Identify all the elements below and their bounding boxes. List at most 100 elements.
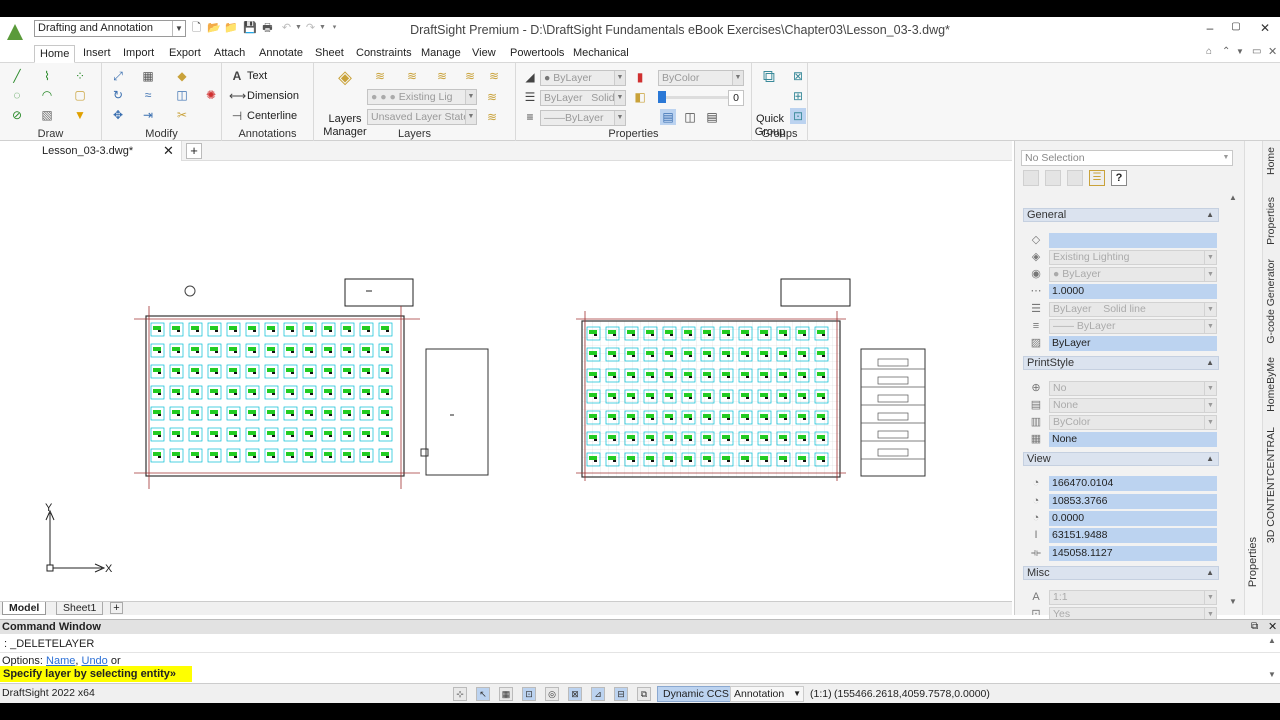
tab-insert[interactable]: Insert [78,45,116,63]
quick-group-icon[interactable]: ⧉ [758,68,780,91]
transparency-slider[interactable] [658,96,732,99]
section-misc[interactable]: Misc ▲ [1023,566,1219,580]
snap-icon[interactable]: ⊹ [453,687,467,701]
transparency-value[interactable]: 0 [728,90,744,106]
rectangle-icon[interactable]: ▢ [72,87,88,103]
help-icon[interactable]: ? [1111,170,1127,186]
arc-icon[interactable]: ◠ [39,87,55,103]
rtab-homebyme[interactable]: HomeByMe [1265,357,1277,412]
match-properties-icon[interactable]: ◢ [522,69,538,85]
scroll-down-icon[interactable]: ▼ [1229,597,1237,606]
restore-icon[interactable]: ⧉ [1251,620,1258,634]
group-edit-icon[interactable]: ⊞ [790,88,806,104]
move-icon[interactable]: ⤢ [110,68,126,84]
bell-icon[interactable]: ⌃ [1222,46,1230,57]
tab-powertools[interactable]: Powertools [505,45,569,63]
prop-color[interactable] [1049,233,1217,248]
sheet-tab-model[interactable]: Model [2,602,47,615]
rtab-home[interactable]: Home [1265,147,1277,175]
tab-mechanical[interactable]: Mechanical [568,45,634,63]
polyline-icon[interactable]: ⌇ [39,68,55,84]
tab-manage[interactable]: Manage [416,45,466,63]
scroll-down-icon[interactable]: ▼ [1268,670,1276,679]
layer-lock-icon[interactable]: ≋ [486,68,502,84]
grid-display-icon[interactable]: ↖ [476,687,490,701]
scroll-up-icon[interactable]: ▲ [1268,636,1276,645]
layer-previous-icon[interactable]: ≋ [372,68,388,84]
scale-icon[interactable]: ✥ [110,107,126,123]
prop-linecolor[interactable]: ● ByLayer ▼ [1049,267,1217,282]
close-icon[interactable]: ✕ [1268,620,1277,634]
color-palette-icon[interactable]: ▮ [632,69,648,85]
sheet-tab-sheet1[interactable]: Sheet1 [56,602,104,615]
add-sheet-icon[interactable]: + [110,602,123,614]
tab-export[interactable]: Export [164,45,206,63]
layers-manager-icon[interactable]: ◈ [334,68,356,91]
list-icon[interactable]: ▤ [704,109,720,125]
polar-icon[interactable]: ◎ [545,687,559,701]
point-icon[interactable]: ⁘ [72,68,88,84]
document-tab[interactable]: Lesson_03-3.dwg* ✕ [0,141,182,161]
scroll-up-icon[interactable]: ▲ [1229,193,1237,202]
layer-isolate-icon[interactable]: ≋ [404,68,420,84]
minimize-icon[interactable]: – [1202,21,1218,35]
command-prompt[interactable]: Specify layer by selecting entity» [0,666,192,682]
close-tab-icon[interactable]: ✕ [163,143,174,159]
tab-view[interactable]: View [467,45,501,63]
lineweight-select[interactable]: ——ByLayer ▼ [540,110,626,126]
quick-select-icon[interactable] [1045,170,1061,186]
offset-icon[interactable]: ≈ [140,87,156,103]
new-tab-icon[interactable]: + [186,143,202,159]
minimize-ribbon-icon[interactable]: ▭ [1252,46,1261,57]
circle-icon[interactable]: ◌ [9,87,25,103]
prop-linestyle[interactable]: ByLayer Solid line ▼ [1049,302,1217,317]
layer-state-select[interactable]: Unsaved Layer State ▼ [367,109,477,125]
text-icon[interactable]: A [229,68,245,84]
current-layer-select[interactable]: ● ● ● Existing Lig ▼ [367,89,477,105]
etrack-icon[interactable]: ⊿ [591,687,605,701]
annotation-select[interactable]: Annotation ▼ [730,686,804,702]
ortho-icon[interactable]: ⊡ [522,687,536,701]
prop-width[interactable]: 145058.1127 [1049,546,1217,561]
text-button[interactable]: Text [247,70,267,82]
tab-home[interactable]: Home [34,45,76,63]
rtab-gcode[interactable]: G-code Generator [1265,259,1277,344]
tab-import[interactable]: Import [118,45,159,63]
toggle-pickadd-icon[interactable]: ☰ [1089,170,1105,186]
layer-freeze-icon[interactable]: ≋ [462,68,478,84]
rotate-icon[interactable]: ↻ [110,87,126,103]
tab-sheet[interactable]: Sheet [310,45,349,63]
close-doc-icon[interactable]: ✕ [1268,45,1277,58]
section-view[interactable]: View ▲ [1023,452,1219,466]
explode-icon[interactable]: ✺ [203,87,219,103]
layers-manager-label-1[interactable]: Layers [328,113,362,125]
color-select[interactable]: ● ByLayer ▼ [540,70,626,86]
prop-center-y[interactable]: 10853.3766 [1049,494,1217,509]
esnap-icon[interactable]: ⊠ [568,687,582,701]
lineweight-toggle-icon[interactable]: ⊟ [614,687,628,701]
prop-printstyle-b[interactable]: None ▼ [1049,398,1217,413]
hatch-icon[interactable]: ▧ [39,107,55,123]
tab-annotate[interactable]: Annotate [254,45,308,63]
tab-attach[interactable]: Attach [209,45,250,63]
stretch-icon[interactable]: ⇥ [140,107,156,123]
make-current-icon[interactable]: ≋ [484,89,500,105]
polygon-icon[interactable]: ▼ [72,107,88,123]
quick-group-label-1[interactable]: Quick [754,113,786,125]
selection-select[interactable]: No Selection ▼ [1021,150,1233,166]
prop-layer[interactable]: Existing Lighting ▼ [1049,250,1217,265]
prop-misc-scale[interactable]: 1:1 ▼ [1049,590,1217,605]
command-window[interactable]: : _DELETELAYER Options: Name, Undo or Sp… [0,634,1280,682]
drawing-canvas[interactable]: Y X [0,161,1012,601]
section-general[interactable]: General ▲ [1023,208,1219,222]
quick-input-icon[interactable]: ⧉ [637,687,651,701]
help-icon[interactable]: ⌂ [1206,46,1212,57]
rtab-properties[interactable]: Properties [1265,197,1277,245]
prop-height[interactable]: 63151.9488 [1049,528,1217,543]
dimension-icon[interactable]: ⟷ [229,88,246,104]
close-icon[interactable]: ✕ [1257,21,1273,35]
prop-center-z[interactable]: 0.0000 [1049,511,1217,526]
transparency-slider-thumb[interactable] [658,91,666,103]
layer-state-icon[interactable]: ≋ [484,109,500,125]
restore-icon[interactable]: ▢ [1228,21,1244,32]
